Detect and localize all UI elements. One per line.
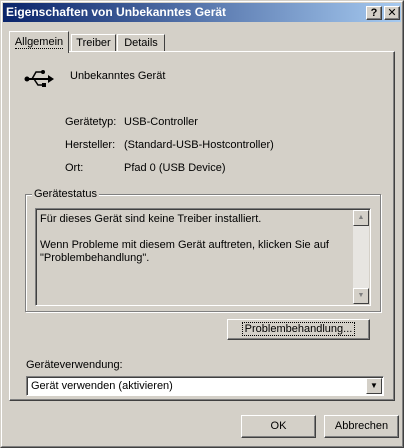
tab-treiber[interactable]: Treiber	[71, 34, 116, 52]
tab-label: Allgemein	[14, 36, 64, 49]
device-status-text-box[interactable]: Für dieses Gerät sind keine Treiber inst…	[35, 208, 371, 306]
status-scrollbar[interactable]: ▲ ▼	[353, 210, 369, 304]
manufacturer-value: (Standard-USB-Hostcontroller)	[124, 139, 274, 151]
device-usage-label: Geräteverwendung:	[26, 359, 123, 371]
properties-dialog: Eigenschaften von Unbekanntes Gerät ? ✕ …	[0, 0, 404, 448]
help-button[interactable]: ?	[366, 6, 382, 20]
device-usage-value: Gerät verwenden (aktivieren)	[31, 380, 173, 392]
location-label: Ort:	[65, 162, 84, 174]
ok-button[interactable]: OK	[241, 415, 316, 438]
device-status-text: Für dieses Gerät sind keine Treiber inst…	[40, 213, 329, 264]
troubleshoot-button[interactable]: Problembehandlung...	[227, 319, 370, 340]
manufacturer-label: Hersteller:	[65, 139, 116, 151]
usb-icon	[24, 70, 54, 87]
device-name: Unbekanntes Gerät	[70, 70, 166, 82]
cancel-button[interactable]: Abbrechen	[324, 415, 399, 438]
tab-label: Treiber	[76, 37, 111, 49]
scroll-up-icon[interactable]: ▲	[353, 210, 369, 226]
device-status-title: Gerätestatus	[32, 188, 99, 200]
device-type-value: USB-Controller	[124, 116, 198, 128]
chevron-down-icon[interactable]: ▼	[366, 378, 382, 394]
window-title: Eigenschaften von Unbekanntes Gerät	[6, 5, 227, 19]
tab-label: Details	[124, 37, 158, 49]
scroll-down-icon[interactable]: ▼	[353, 288, 369, 304]
tab-details[interactable]: Details	[117, 34, 165, 52]
close-button[interactable]: ✕	[384, 6, 400, 20]
troubleshoot-label: Problembehandlung...	[241, 322, 356, 336]
device-usage-select[interactable]: Gerät verwenden (aktivieren) ▼	[26, 376, 384, 396]
device-type-label: Gerätetyp:	[65, 116, 117, 128]
location-value: Pfad 0 (USB Device)	[124, 162, 226, 174]
tab-allgemein[interactable]: Allgemein	[9, 31, 69, 53]
general-panel: Unbekanntes Gerät Gerätetyp: USB-Control…	[9, 51, 395, 401]
title-bar[interactable]: Eigenschaften von Unbekanntes Gerät ? ✕	[3, 3, 401, 22]
